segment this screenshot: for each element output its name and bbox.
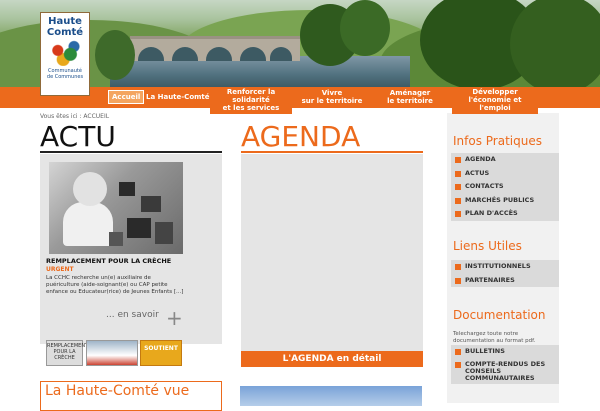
plus-icon[interactable]: + [166,308,183,328]
liens-list: INSTITUTIONNELS PARTENAIRES [451,260,559,287]
sidebar-item-label: PARTENAIRES [465,275,515,284]
sidebar-item-actus[interactable]: ACTUS [451,167,559,181]
agenda-detail-button[interactable]: L'AGENDA en détail [241,351,423,367]
thumb-bus[interactable] [86,340,138,366]
nav-developper-line1: Développer [472,88,518,96]
thumb-remplacement[interactable]: REMPLACEMENT POUR LA CRÈCHE [46,340,88,366]
nav-renforcer-line2: solidarité [232,96,270,104]
main-nav: Accueil La Haute-Comté Renforcer la soli… [0,87,600,114]
bridge-illustration [130,36,300,61]
read-more-link[interactable]: ... en savoir [106,310,159,320]
sidebar-item-plan-acces[interactable]: PLAN D'ACCÈS [451,207,559,221]
liens-utiles-title: Liens Utiles [453,239,522,253]
logo-line2: Comté [46,27,84,38]
logo-line1: Haute [48,16,82,27]
sidebar-item-label: BULLETINS [465,347,505,355]
news-body: La CCHC recherche un(e) auxiliaire de pu… [46,275,184,295]
infos-list: AGENDA ACTUS CONTACTS MARCHÉS PUBLICS PL… [451,153,559,221]
site-logo[interactable]: Haute Comté Communauté de Communes [40,12,90,96]
nav-renforcer-line3: et les services [222,104,280,112]
agenda-divider [241,151,423,153]
sidebar-item-compte-rendus[interactable]: COMPTE-RENDUS DES CONSEILS COMMUNAUTAIRE… [451,359,559,384]
sky-image[interactable] [240,386,422,406]
documentation-title: Documentation [453,308,546,322]
docs-list: BULLETINS COMPTE-RENDUS DES CONSEILS COM… [451,345,559,384]
haute-comte-vue-box[interactable]: La Haute-Comté vue [40,381,222,411]
documentation-text: Telechargez toute notre documentation au… [453,331,536,344]
infos-pratiques-title: Infos Pratiques [453,134,542,148]
sidebar-item-bulletins[interactable]: BULLETINS [451,345,559,359]
thumb-soutient[interactable]: SOUTIENT [140,340,182,366]
news-photo[interactable] [49,162,183,254]
sidebar-item-marches-publics[interactable]: MARCHÉS PUBLICS [451,194,559,208]
haute-comte-vue-title: La Haute-Comté vue [45,383,190,399]
agenda-panel [241,154,423,351]
actu-panel: REMPLACEMENT POUR LA CRÈCHE URGENT La CC… [40,154,222,344]
nav-amenager[interactable]: Aménager le territoire [380,89,440,105]
sidebar-item-label: CONTACTS [465,182,504,190]
sidebar-item-contacts[interactable]: CONTACTS [451,180,559,194]
actu-title: ACTU [40,120,116,153]
nav-developper-line3: l'emploi [479,104,511,112]
news-title[interactable]: REMPLACEMENT POUR LA CRÈCHE [46,257,171,265]
sidebar-item-institutionnels[interactable]: INSTITUTIONNELS [451,260,559,274]
sidebar-item-label: COMPTE-RENDUS DES CONSEILS COMMUNAUTAIRE… [465,359,546,382]
nav-amenager-line2: le territoire [387,97,433,105]
nav-vivre[interactable]: Vivre sur le territoire [296,89,368,105]
logo-mosaic-icon [47,40,83,66]
nav-amenager-line1: Aménager [389,89,431,97]
sidebar-item-label: AGENDA [465,155,496,163]
nav-vivre-line1: Vivre [321,89,343,97]
sidebar-item-label: PLAN D'ACCÈS [465,209,518,217]
nav-renforcer[interactable]: Renforcer la solidarité et les services [210,87,292,114]
nav-renforcer-line1: Renforcer la [226,88,276,96]
nav-accueil[interactable]: Accueil [108,90,145,104]
sidebar-item-label: ACTUS [465,168,490,177]
actu-divider [40,151,222,153]
nav-haute-comte[interactable]: La Haute-Comté [146,93,210,101]
header-banner [0,0,600,87]
agenda-title: AGENDA [241,120,361,153]
sidebar-item-partenaires[interactable]: PARTENAIRES [451,274,559,288]
sidebar-item-agenda[interactable]: AGENDA [451,153,559,167]
sidebar-item-label: INSTITUTIONNELS [465,262,531,270]
nav-developper-line2: l'économie et [468,96,522,104]
nav-vivre-line2: sur le territoire [301,97,363,105]
sidebar-item-label: MARCHÉS PUBLICS [465,195,535,204]
logo-sub2: de Communes [46,74,84,80]
news-tag: URGENT [46,266,74,273]
nav-developper[interactable]: Développer l'économie et l'emploi [452,87,538,114]
breadcrumb: Vous êtes ici : ACCUEIL [40,113,110,120]
